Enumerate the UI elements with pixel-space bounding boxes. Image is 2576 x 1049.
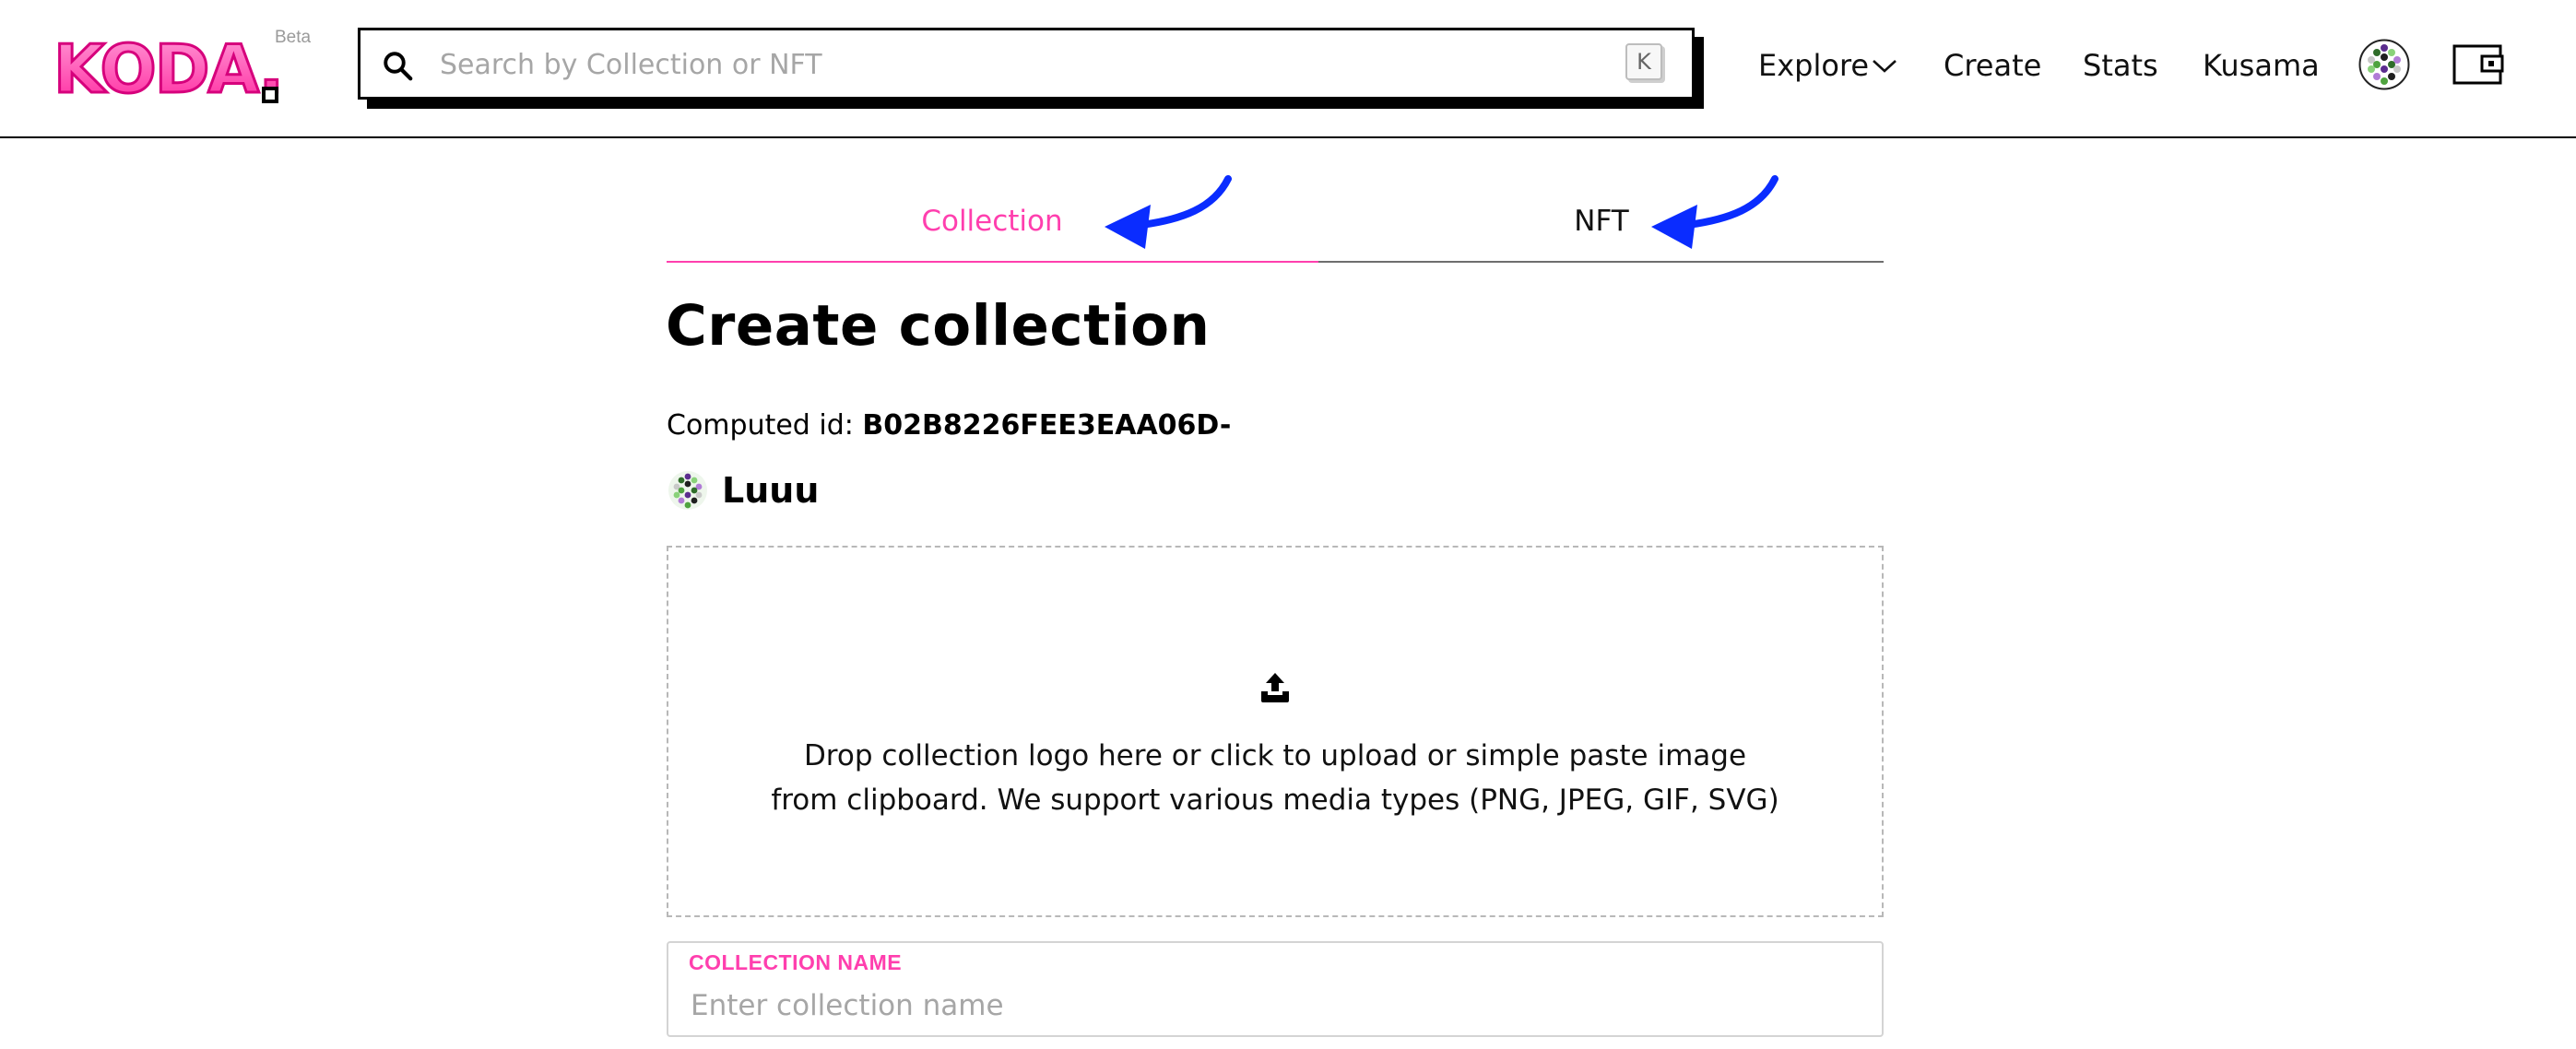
computed-id: Computed id: B02B8226FEE3EAA06D- (667, 409, 1231, 442)
annotation-arrow-icon (1105, 175, 1232, 249)
tab-collection-underline (667, 261, 1318, 263)
upload-icon (1261, 673, 1289, 702)
tab-collection[interactable]: Collection (921, 205, 1062, 238)
chevron-down-icon[interactable] (1872, 59, 1897, 74)
search-bar[interactable]: K (358, 28, 1695, 100)
computed-id-label: Computed id: (667, 409, 854, 442)
computed-id-value: B02B8226FEE3EAA06D- (862, 409, 1232, 442)
owner-name[interactable]: Luuu (722, 470, 819, 511)
tab-nft-underline (1318, 261, 1884, 263)
collection-name-label: COLLECTION NAME (689, 950, 903, 974)
owner-avatar (668, 471, 707, 510)
annotation-arrow-icon (1651, 175, 1778, 249)
koda-logo[interactable]: KODA. (48, 31, 285, 105)
top-navbar: KODA. Beta K Explore Create Stats Kusama (0, 0, 2576, 138)
dropzone-line-2: from clipboard. We support various media… (771, 784, 1779, 817)
account-avatar[interactable] (2358, 39, 2410, 90)
collection-name-field[interactable]: COLLECTION NAME (667, 941, 1884, 1037)
page-title: Create collection (666, 293, 1211, 359)
nav-explore[interactable]: Explore (1758, 48, 1869, 83)
logo-text: KODA. (53, 31, 282, 105)
nav-create[interactable]: Create (1944, 48, 2041, 83)
collection-name-input[interactable] (689, 984, 1854, 1028)
search-shortcut-key: K (1625, 43, 1662, 80)
dropzone-instructions: Drop collection logo here or click to up… (668, 734, 1882, 822)
tab-nft[interactable]: NFT (1574, 205, 1628, 238)
wallet-icon[interactable] (2452, 42, 2506, 87)
beta-badge: Beta (275, 28, 312, 47)
logo-dropzone[interactable]: Drop collection logo here or click to up… (667, 546, 1884, 917)
search-icon (384, 52, 413, 81)
search-input[interactable] (438, 41, 1585, 88)
nav-network-kusama[interactable]: Kusama (2203, 48, 2320, 83)
dropzone-line-1: Drop collection logo here or click to up… (803, 739, 1747, 772)
nav-stats[interactable]: Stats (2083, 48, 2158, 83)
